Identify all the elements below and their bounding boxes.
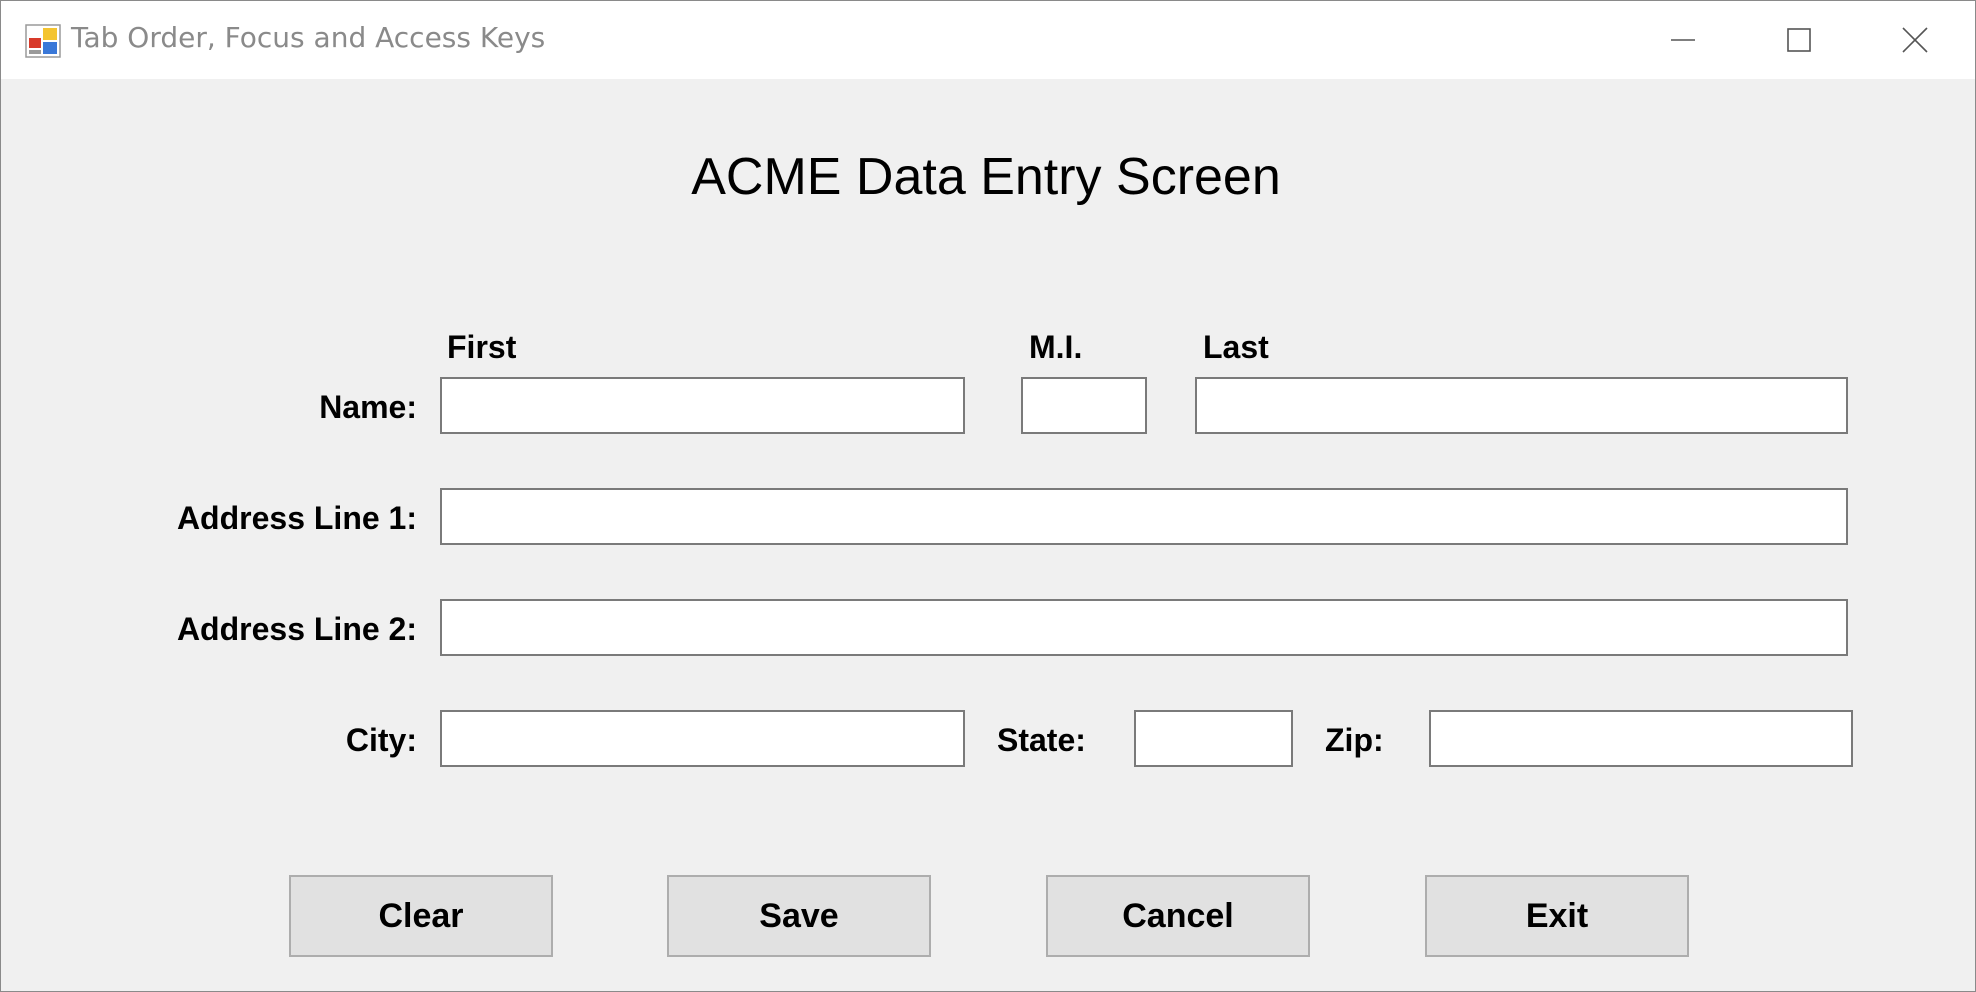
state-input[interactable]: [1134, 710, 1293, 767]
window-title: Tab Order, Focus and Access Keys: [71, 21, 546, 54]
form-heading: ACME Data Entry Screen: [691, 148, 1281, 206]
close-icon: [1902, 27, 1928, 53]
address-line-1-label: Address Line 1:: [176, 500, 417, 536]
app-window: Tab Order, Focus and Access Keys ACME Da…: [0, 0, 1976, 992]
last-name-input[interactable]: [1195, 377, 1848, 434]
first-name-input[interactable]: [440, 377, 965, 434]
maximize-button[interactable]: [1741, 1, 1857, 79]
address-line-2-label: Address Line 2:: [176, 611, 417, 647]
city-input[interactable]: [440, 710, 965, 767]
address-line-1-input[interactable]: [440, 488, 1848, 545]
zip-input[interactable]: [1429, 710, 1853, 767]
minimize-button[interactable]: [1625, 1, 1741, 79]
zip-label: Zip:: [1325, 722, 1384, 758]
middle-initial-input[interactable]: [1021, 377, 1147, 434]
close-button[interactable]: [1857, 1, 1973, 79]
state-label: State:: [997, 722, 1086, 758]
city-label: City:: [345, 722, 417, 758]
cancel-button[interactable]: Cancel: [1046, 875, 1310, 957]
title-bar[interactable]: Tab Order, Focus and Access Keys: [1, 1, 1975, 79]
maximize-icon: [1787, 28, 1811, 52]
save-button[interactable]: Save: [667, 875, 931, 957]
first-name-header: First: [447, 329, 517, 365]
app-form-icon: [25, 24, 61, 58]
name-label: Name:: [319, 389, 417, 425]
address-line-2-input[interactable]: [440, 599, 1848, 656]
clear-button[interactable]: Clear: [289, 875, 553, 957]
minimize-icon: [1671, 39, 1695, 41]
exit-button[interactable]: Exit: [1425, 875, 1689, 957]
last-name-header: Last: [1203, 329, 1269, 365]
middle-initial-header: M.I.: [1029, 329, 1083, 365]
